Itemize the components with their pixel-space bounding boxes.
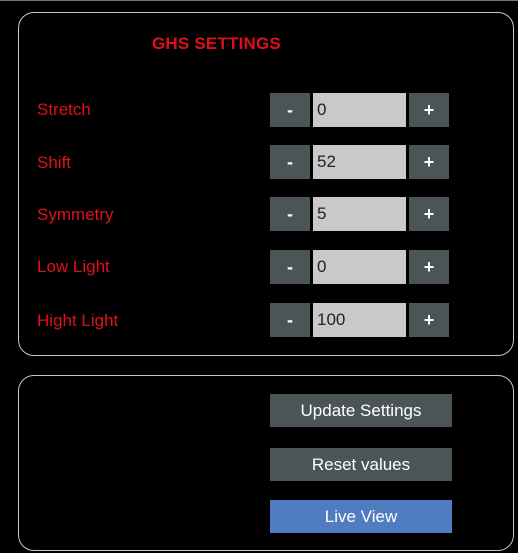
- shift-label: Shift: [37, 153, 72, 172]
- live-view-button[interactable]: Live View: [270, 500, 452, 533]
- symmetry-increment-button[interactable]: +: [409, 197, 449, 231]
- update-settings-button[interactable]: Update Settings: [270, 394, 452, 427]
- stretch-increment-button[interactable]: +: [409, 93, 449, 127]
- symmetry-label: Symmetry: [37, 205, 114, 224]
- top-divider: [0, 0, 518, 1]
- high-light-label: Hight Light: [37, 311, 119, 330]
- panel-title: GHS SETTINGS: [152, 34, 281, 53]
- high-light-value-field[interactable]: [313, 303, 406, 337]
- symmetry-decrement-button[interactable]: -: [270, 197, 310, 231]
- low-light-increment-button[interactable]: +: [409, 250, 449, 284]
- symmetry-value-field[interactable]: [313, 197, 406, 231]
- high-light-decrement-button[interactable]: -: [270, 303, 310, 337]
- shift-value-field[interactable]: [313, 145, 406, 179]
- stretch-value-field[interactable]: [313, 93, 406, 127]
- stretch-decrement-button[interactable]: -: [270, 93, 310, 127]
- stretch-label: Stretch: [37, 100, 91, 119]
- low-light-decrement-button[interactable]: -: [270, 250, 310, 284]
- shift-decrement-button[interactable]: -: [270, 145, 310, 179]
- reset-values-button[interactable]: Reset values: [270, 448, 452, 481]
- low-light-label: Low Light: [37, 257, 110, 276]
- high-light-increment-button[interactable]: +: [409, 303, 449, 337]
- shift-increment-button[interactable]: +: [409, 145, 449, 179]
- low-light-value-field[interactable]: [313, 250, 406, 284]
